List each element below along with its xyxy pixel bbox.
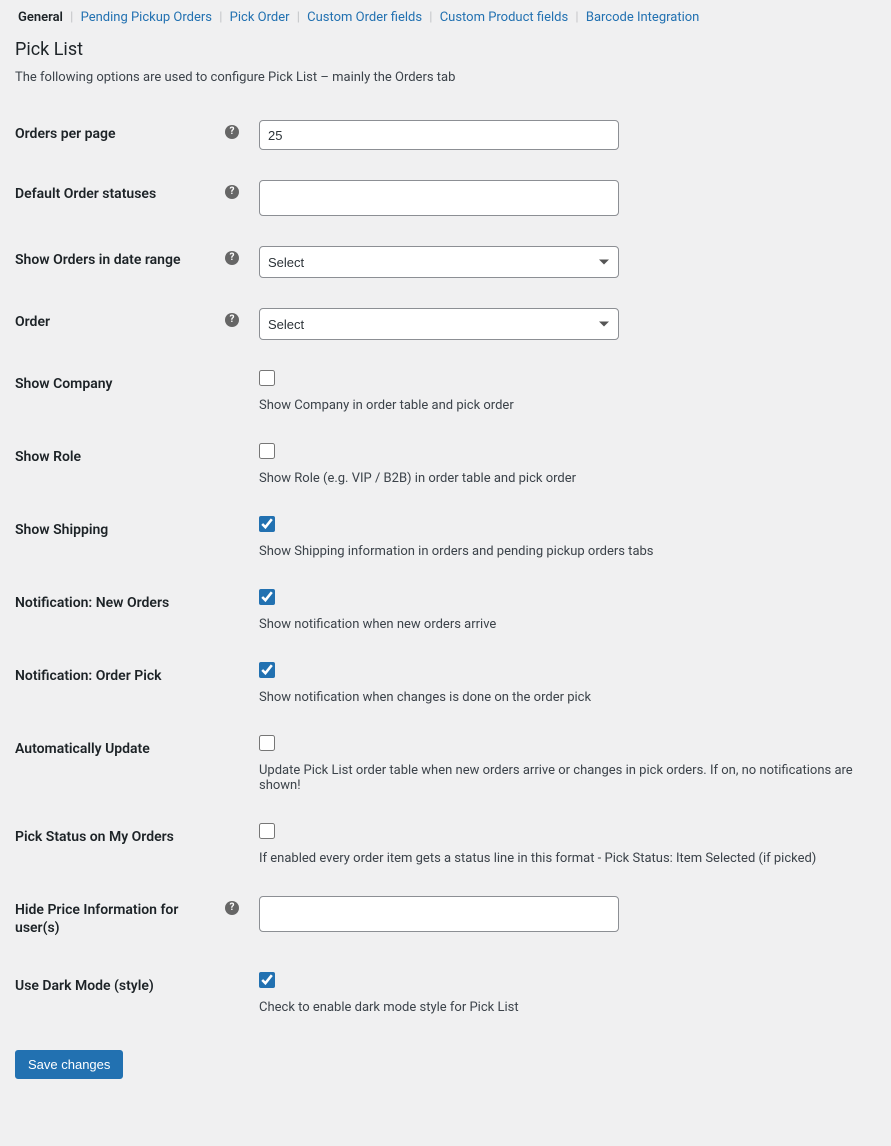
tab-pending-pickup-orders[interactable]: Pending Pickup Orders	[78, 10, 215, 25]
help-icon[interactable]: ?	[225, 251, 239, 265]
label-notif-new-orders: Notification: New Orders	[15, 574, 215, 647]
show-company-desc: Show Company in order table and pick ord…	[259, 398, 866, 413]
label-dark-mode: Use Dark Mode (style)	[15, 957, 215, 1030]
label-show-role: Show Role	[15, 428, 215, 501]
dark-mode-desc: Check to enable dark mode style for Pick…	[259, 1000, 866, 1015]
show-orders-date-range-select[interactable]: Select	[259, 246, 619, 278]
label-notif-order-pick: Notification: Order Pick	[15, 647, 215, 720]
show-company-checkbox[interactable]	[259, 370, 275, 386]
auto-update-desc: Update Pick List order table when new or…	[259, 763, 866, 793]
section-description: The following options are used to config…	[15, 70, 876, 85]
label-default-order-statuses: Default Order statuses	[15, 165, 215, 231]
label-show-orders-date-range: Show Orders in date range	[15, 231, 215, 293]
label-order: Order	[15, 293, 215, 355]
order-select[interactable]: Select	[259, 308, 619, 340]
sep: |	[218, 10, 223, 25]
show-shipping-checkbox[interactable]	[259, 516, 275, 532]
default-order-statuses-input[interactable]	[259, 180, 619, 216]
dark-mode-checkbox[interactable]	[259, 972, 275, 988]
label-show-shipping: Show Shipping	[15, 501, 215, 574]
section-title: Pick List	[15, 39, 876, 60]
pick-status-my-orders-checkbox[interactable]	[259, 823, 275, 839]
label-pick-status-my-orders: Pick Status on My Orders	[15, 808, 215, 881]
settings-subtabs: General | Pending Pickup Orders | Pick O…	[15, 0, 876, 37]
notif-order-pick-checkbox[interactable]	[259, 662, 275, 678]
show-role-desc: Show Role (e.g. VIP / B2B) in order tabl…	[259, 471, 866, 486]
hide-price-info-input[interactable]	[259, 896, 619, 932]
label-orders-per-page: Orders per page	[15, 105, 215, 165]
tab-pick-order[interactable]: Pick Order	[227, 10, 293, 25]
label-auto-update: Automatically Update	[15, 720, 215, 808]
notif-order-pick-desc: Show notification when changes is done o…	[259, 690, 866, 705]
help-icon[interactable]: ?	[225, 125, 239, 139]
sep: |	[296, 10, 301, 25]
orders-per-page-input[interactable]	[259, 120, 619, 150]
tab-barcode-integration[interactable]: Barcode Integration	[583, 10, 703, 25]
tab-general[interactable]: General	[15, 10, 66, 25]
help-icon[interactable]: ?	[225, 313, 239, 327]
show-role-checkbox[interactable]	[259, 443, 275, 459]
notif-new-orders-desc: Show notification when new orders arrive	[259, 617, 866, 632]
sep: |	[428, 10, 433, 25]
notif-new-orders-checkbox[interactable]	[259, 589, 275, 605]
save-button[interactable]: Save changes	[15, 1050, 123, 1079]
sep: |	[574, 10, 579, 25]
sep: |	[69, 10, 74, 25]
show-shipping-desc: Show Shipping information in orders and …	[259, 544, 866, 559]
help-icon[interactable]: ?	[225, 901, 239, 915]
label-hide-price-info: Hide Price Information for user(s)	[15, 881, 215, 957]
tab-custom-product-fields[interactable]: Custom Product fields	[437, 10, 571, 25]
help-icon[interactable]: ?	[225, 185, 239, 199]
auto-update-checkbox[interactable]	[259, 735, 275, 751]
tab-custom-order-fields[interactable]: Custom Order fields	[304, 10, 425, 25]
label-show-company: Show Company	[15, 355, 215, 428]
pick-status-my-orders-desc: If enabled every order item gets a statu…	[259, 851, 866, 866]
settings-form-table: Orders per page ? Default Order statuses…	[15, 105, 876, 1030]
